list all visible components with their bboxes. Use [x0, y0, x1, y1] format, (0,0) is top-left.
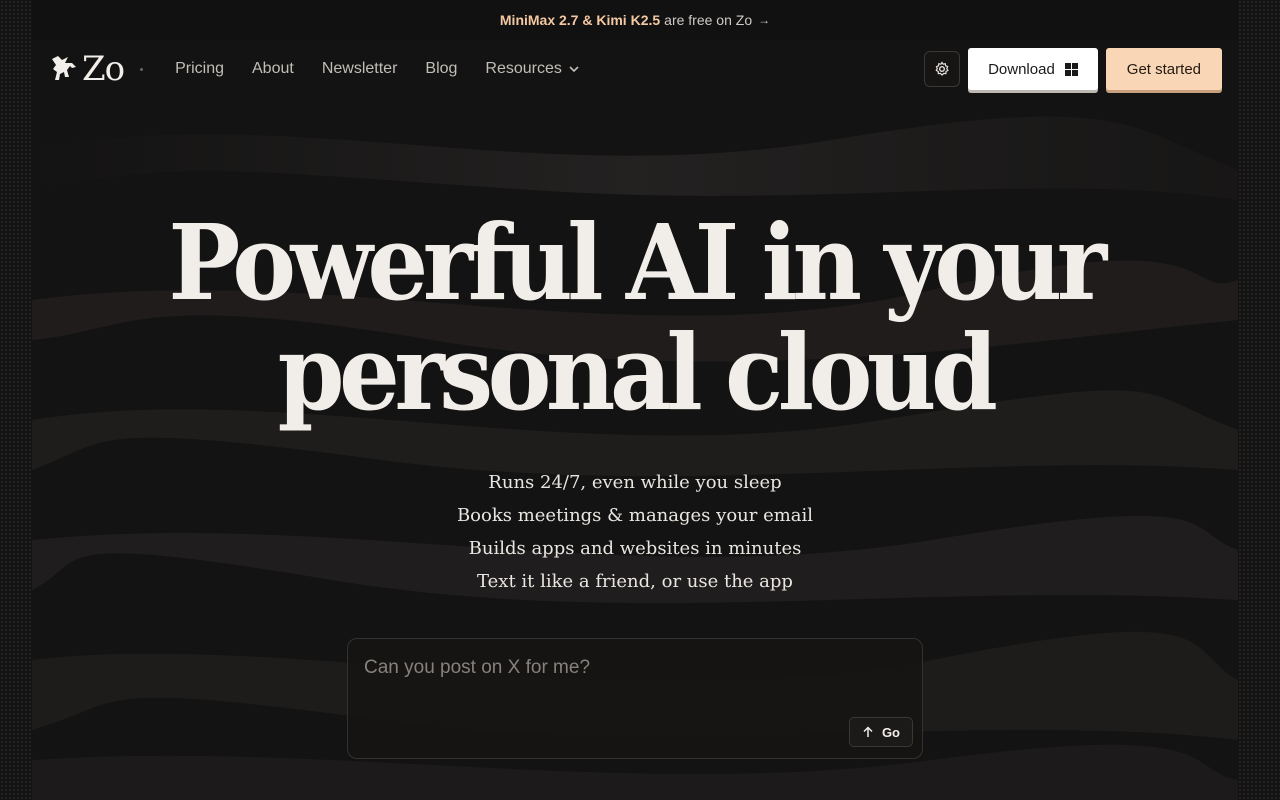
announcement-highlight[interactable]: MiniMax 2.7 & Kimi K2.5	[500, 12, 660, 28]
go-button[interactable]: Go	[848, 717, 913, 747]
nav-separator-dot	[140, 67, 144, 71]
arrow-up-icon	[863, 726, 873, 737]
prompt-input[interactable]	[364, 657, 904, 679]
nav-actions: Download Get started	[924, 48, 1222, 90]
zo-logo[interactable]: Zo	[48, 49, 144, 89]
download-button[interactable]: Download	[968, 48, 1098, 90]
hero-section: Zo Pricing About Newsletter Blog Resourc…	[32, 40, 1238, 800]
nav-link-resources[interactable]: Resources	[471, 54, 593, 84]
resources-label: Resources	[485, 60, 562, 77]
tagline-item: Books meetings & manages your email	[456, 505, 814, 526]
nav-link-about[interactable]: About	[238, 54, 308, 84]
tagline-item: Text it like a friend, or use the app	[477, 571, 793, 592]
nav-link-newsletter[interactable]: Newsletter	[308, 54, 412, 84]
top-navigation: Zo Pricing About Newsletter Blog Resourc…	[32, 40, 1238, 98]
tagline-item: Runs 24/7, even while you sleep	[488, 472, 782, 493]
settings-button[interactable]	[924, 51, 961, 87]
headline-line-1: Powerful AI in your	[168, 201, 1107, 324]
left-dotted-rail	[0, 0, 32, 800]
pegasus-logo-icon	[52, 56, 76, 80]
nav-link-blog[interactable]: Blog	[411, 54, 471, 84]
nav-links: Pricing About Newsletter Blog Resources	[161, 54, 594, 84]
go-label: Go	[881, 724, 900, 740]
download-label: Download	[988, 60, 1055, 78]
tagline-item: Builds apps and websites in minutes	[468, 538, 802, 559]
announcement-text[interactable]: are free on Zo	[664, 12, 752, 28]
right-dotted-rail	[1238, 0, 1280, 800]
gear-icon	[935, 61, 949, 76]
prompt-box: Go	[347, 638, 923, 759]
nav-link-pricing[interactable]: Pricing	[161, 54, 238, 84]
announcement-bar[interactable]: MiniMax 2.7 & Kimi K2.5 are free on Zo →	[32, 0, 1238, 40]
windows-icon	[1064, 62, 1078, 76]
headline-line-2: personal cloud	[277, 311, 998, 434]
brand-name: Zo	[82, 49, 125, 89]
get-started-button[interactable]: Get started	[1105, 48, 1222, 90]
hero-taglines: Runs 24/7, even while you sleep Books me…	[32, 466, 1238, 598]
chevron-down-icon	[569, 66, 579, 73]
hero-headline: Powerful AI in your personal cloud	[80, 208, 1190, 428]
arrow-right-icon: →	[758, 13, 771, 27]
